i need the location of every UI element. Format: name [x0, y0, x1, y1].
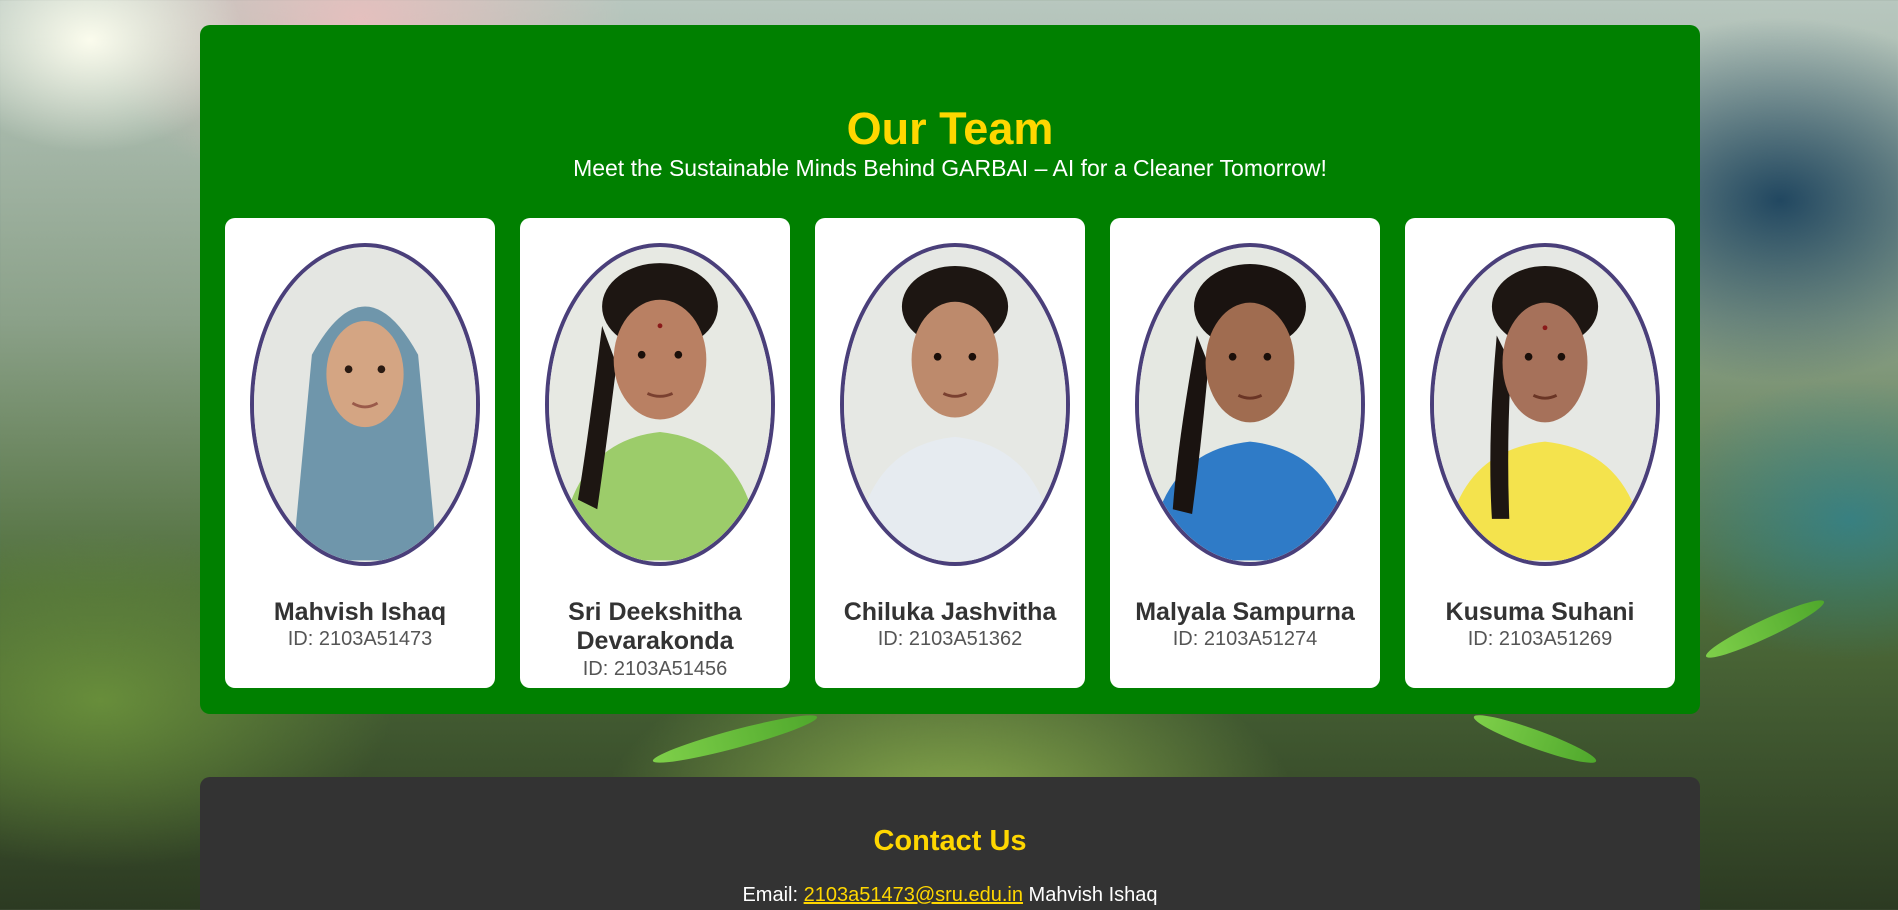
member-photo-image	[844, 248, 1066, 561]
email-contact-name: Mahvish Ishaq	[1028, 884, 1158, 906]
contact-email-line: Email: 2103a51473@sru.edu.in Mahvish Ish…	[200, 884, 1700, 907]
member-photo	[250, 243, 480, 566]
team-member-card: Malyala Sampurna ID: 2103A51274	[1110, 218, 1380, 688]
member-photo	[1430, 243, 1660, 566]
team-member-card: Sri Deekshitha Devarakonda ID: 2103A5145…	[520, 218, 790, 688]
team-title: Our Team	[846, 103, 1054, 154]
member-name: Malyala Sampurna	[1135, 598, 1355, 626]
member-name: Kusuma Suhani	[1445, 598, 1635, 626]
member-photo-image	[1139, 248, 1361, 561]
member-photo-image	[254, 248, 476, 561]
background-fern	[1470, 708, 1600, 770]
member-id: ID: 2103A51274	[1172, 628, 1318, 650]
member-name: Mahvish Ishaq	[273, 598, 447, 626]
contact-title: Contact Us	[873, 825, 1027, 857]
member-id: ID: 2103A51362	[877, 628, 1023, 650]
member-photo	[545, 243, 775, 566]
member-name: Sri Deekshitha Devarakonda	[568, 598, 742, 655]
email-link[interactable]: 2103a51473@sru.edu.in	[804, 884, 1023, 906]
team-member-card: Chiluka Jashvitha ID: 2103A51362	[815, 218, 1085, 688]
member-id: ID: 2103A51473	[287, 628, 433, 650]
member-id: ID: 2103A51456	[582, 658, 728, 680]
background-fern	[650, 708, 820, 770]
member-photo	[840, 243, 1070, 566]
member-id: ID: 2103A51269	[1467, 628, 1613, 650]
background-fern	[1702, 593, 1828, 665]
email-label: Email:	[742, 884, 799, 906]
member-photo	[1135, 243, 1365, 566]
team-section: Our Team Meet the Sustainable Minds Behi…	[200, 25, 1700, 714]
team-member-card: Mahvish Ishaq ID: 2103A51473	[225, 218, 495, 688]
member-photo-image	[1434, 248, 1656, 561]
member-name: Chiluka Jashvitha	[843, 598, 1057, 626]
contact-section: Contact Us Email: 2103a51473@sru.edu.in …	[200, 777, 1700, 910]
team-subtitle: Meet the Sustainable Minds Behind GARBAI…	[573, 155, 1327, 181]
team-member-card: Kusuma Suhani ID: 2103A51269	[1405, 218, 1675, 688]
member-photo-image	[549, 248, 771, 561]
